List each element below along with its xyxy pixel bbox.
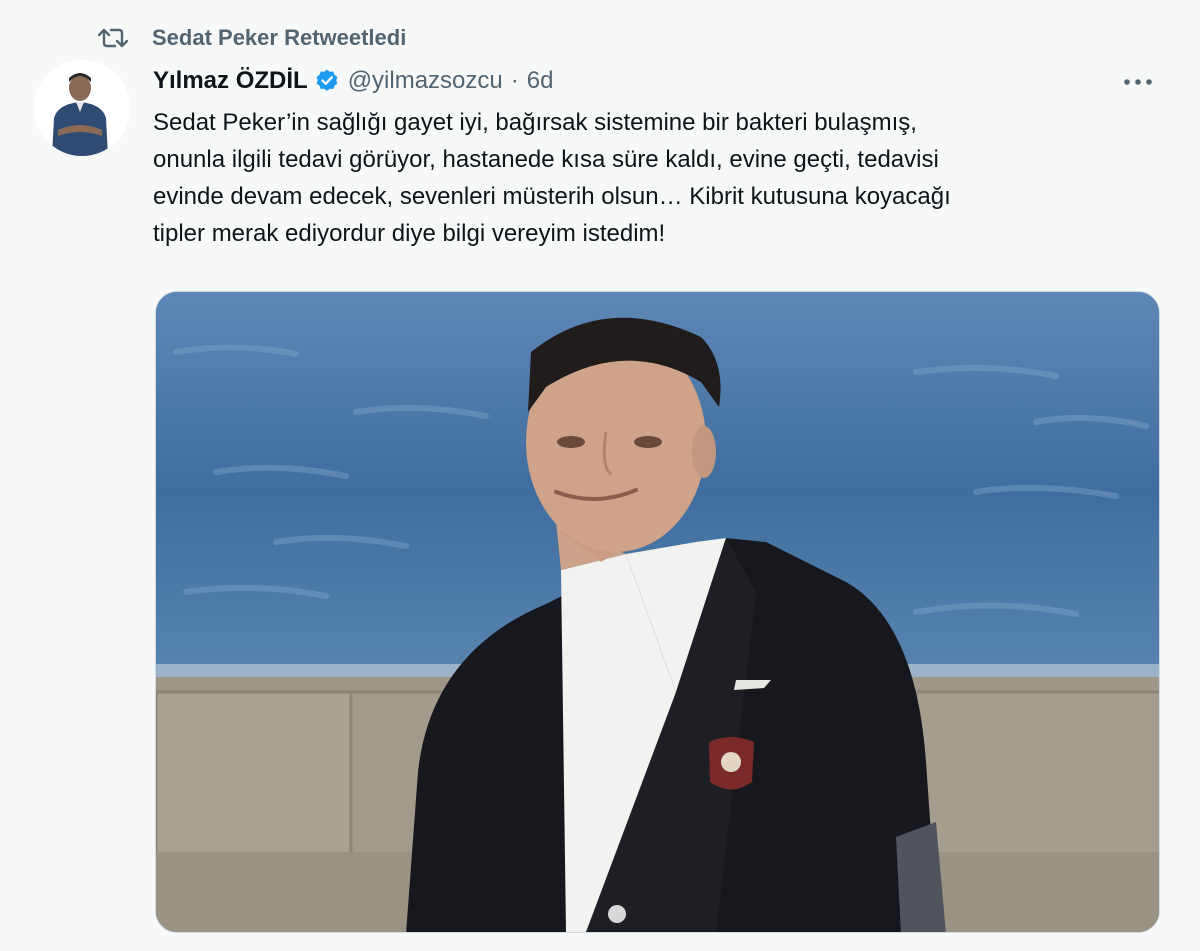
more-horizontal-icon (1123, 73, 1153, 91)
timestamp[interactable]: 6d (527, 67, 554, 95)
retweet-icon (96, 24, 130, 52)
tweet-media-photo[interactable] (155, 291, 1160, 933)
retweet-context-text[interactable]: Sedat Peker Retweetledi (152, 25, 406, 51)
tweet-header: Yılmaz ÖZDİL @yilmazsozcu · 6d (153, 62, 553, 100)
avatar[interactable] (34, 60, 130, 156)
tweet-text: Sedat Peker’in sağlığı gayet iyi, bağırs… (153, 109, 951, 247)
display-name[interactable]: Yılmaz ÖZDİL (153, 67, 308, 95)
handle[interactable]: @yilmazsozcu (348, 67, 503, 95)
verified-badge-icon (314, 68, 340, 94)
separator-dot: · (510, 67, 519, 94)
retweet-context[interactable]: Sedat Peker Retweetledi (96, 22, 406, 54)
tweet-card[interactable]: Sedat Peker Retweetledi Yılmaz ÖZDİL @yi… (0, 0, 1200, 951)
more-options-button[interactable] (1118, 68, 1158, 96)
